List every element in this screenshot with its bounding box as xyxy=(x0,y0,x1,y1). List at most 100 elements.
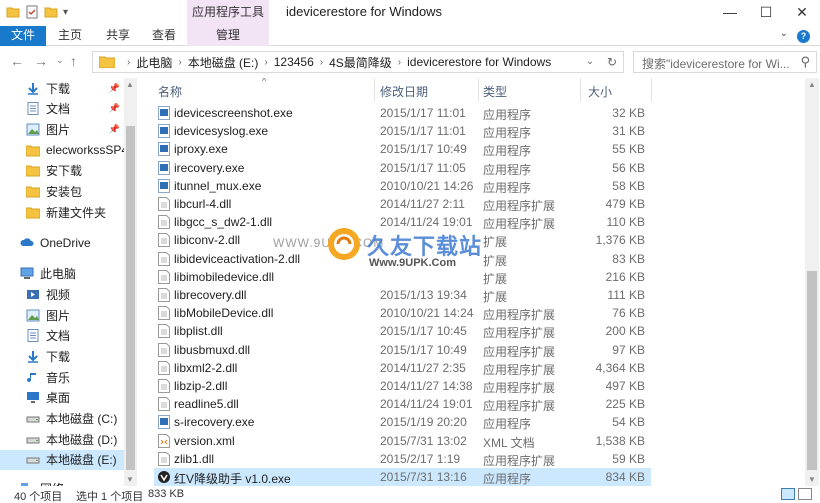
nav-scroll-thumb[interactable] xyxy=(126,126,135,470)
file-row[interactable]: idevicescreenshot.exe 2015/1/17 11:01 应用程序… xyxy=(154,104,651,122)
file-list-scroll-thumb[interactable] xyxy=(807,271,817,470)
file-row[interactable]: 红V降级助手 v1.0.exe 2015/7/31 13:16 应用程序 834 KB xyxy=(154,468,651,486)
refresh-icon[interactable]: ↻ xyxy=(601,52,623,72)
file-size: 497 KB xyxy=(605,379,645,393)
file-date: 2015/1/19 20:20 xyxy=(380,415,467,430)
file-row[interactable]: idevicesyslog.exe 2015/1/17 11:01 应用程序 31 K… xyxy=(154,122,651,140)
properties-icon[interactable] xyxy=(25,5,39,19)
scroll-down-icon[interactable]: ▼ xyxy=(126,475,134,484)
dll-file-icon xyxy=(158,269,170,284)
tab-file[interactable]: 文件 xyxy=(0,26,46,46)
address-bar[interactable]: › 此电脑 › 本地磁盘 (E:) › 123456 › 4S最简降级 › id… xyxy=(92,51,624,73)
address-dropdown-icon[interactable]: ⌄ xyxy=(579,52,601,72)
file-row[interactable]: zlib1.dll 2015/2/17 1:19 应用程序扩展 59 KB xyxy=(154,450,651,468)
file-row[interactable]: irecovery.exe 2015/1/17 11:05 应用程序 56 KB xyxy=(154,159,651,177)
nav-pc-item[interactable]: 本地磁盘 (C:) xyxy=(0,409,124,429)
file-name: libMobileDevice.dll xyxy=(174,306,274,321)
scroll-up-icon[interactable]: ▲ xyxy=(126,80,134,89)
nav-quick-access-item[interactable]: 安下载 xyxy=(0,161,124,181)
breadcrumb-this-pc[interactable]: 此电脑 xyxy=(136,54,172,71)
nav-quick-access-item[interactable]: 下载 📌 xyxy=(0,78,124,98)
tab-manage[interactable]: 管理 xyxy=(187,26,269,46)
file-row[interactable]: libzip-2.dll 2014/11/27 14:38 应用程序扩展 497 KB xyxy=(154,377,651,395)
breadcrumb-4s[interactable]: 4S最简降级 xyxy=(329,54,392,71)
nav-quick-access-item[interactable]: 文档 📌 xyxy=(0,99,124,119)
large-icons-view-icon[interactable] xyxy=(798,488,812,500)
file-row[interactable]: librecovery.dll 2015/1/13 19:34 扩展 111 KB xyxy=(154,286,651,304)
column-type[interactable]: 类型 xyxy=(483,83,507,100)
file-row[interactable]: itunnel_mux.exe 2010/10/21 14:26 应用程序 58 KB xyxy=(154,177,651,195)
file-type: 应用程序 xyxy=(483,162,532,177)
breadcrumb-separator-icon[interactable]: › xyxy=(398,57,401,68)
minimize-button[interactable]: — xyxy=(712,0,748,24)
nav-network[interactable]: 网络 xyxy=(0,479,124,486)
search-input[interactable]: 搜索"idevicerestore for Wi... ⚲ xyxy=(633,51,817,73)
file-type: 应用程序扩展 xyxy=(483,308,556,323)
column-size[interactable]: 大小 xyxy=(588,83,612,100)
nav-onedrive[interactable]: OneDrive xyxy=(0,233,124,253)
nav-quick-access-item[interactable]: 安装包 xyxy=(0,182,124,202)
dll-file-icon xyxy=(158,233,170,248)
sort-indicator-icon: ^ xyxy=(262,78,267,86)
tab-view[interactable]: 查看 xyxy=(146,26,182,46)
forward-arrow-icon[interactable]: → xyxy=(34,53,48,69)
file-type: 应用程序 xyxy=(483,417,532,432)
help-icon[interactable]: ? xyxy=(797,30,810,43)
pin-icon[interactable]: 📌 xyxy=(109,103,120,114)
file-row[interactable]: readline5.dll 2014/11/24 19:01 应用程序扩展 225 K… xyxy=(154,395,651,413)
nav-pc-item[interactable]: 图片 xyxy=(0,305,124,325)
nav-pc-item[interactable]: 桌面 xyxy=(0,388,124,408)
file-row[interactable]: version.xml 2015/7/31 13:02 XML 文档 1,538 KB xyxy=(154,432,651,450)
tab-home[interactable]: 主页 xyxy=(50,26,90,46)
title-bar: ▾ 应用程序工具 idevicerestore for Windows — ☐ … xyxy=(0,0,820,26)
folder-icon[interactable] xyxy=(6,5,20,19)
item-count: 40 个项目 xyxy=(14,491,63,503)
nav-pc-item[interactable]: 本地磁盘 (D:) xyxy=(0,429,124,449)
nav-pc-item[interactable]: 下载 xyxy=(0,346,124,366)
tab-share[interactable]: 共享 xyxy=(98,26,138,46)
scroll-up-icon[interactable]: ▲ xyxy=(808,80,816,89)
nav-this-pc[interactable]: 此电脑 xyxy=(0,264,124,284)
column-date[interactable]: 修改日期 xyxy=(380,83,428,100)
breadcrumb-drive-e[interactable]: 本地磁盘 (E:) xyxy=(188,54,259,71)
breadcrumb-separator-icon[interactable]: › xyxy=(264,57,267,68)
nav-scrollbar[interactable]: ▲ ▼ xyxy=(124,78,137,486)
nav-quick-access-item[interactable]: elecworkssSP4 xyxy=(0,140,128,160)
scroll-down-icon[interactable]: ▼ xyxy=(808,475,816,484)
breadcrumb-separator-icon[interactable]: › xyxy=(178,57,181,68)
file-list-scrollbar[interactable]: ▲ ▼ xyxy=(805,78,819,486)
breadcrumb-separator-icon[interactable]: › xyxy=(320,57,323,68)
column-name[interactable]: 名称 xyxy=(158,83,182,100)
file-row[interactable]: libcurl-4.dll 2014/11/27 2:11 应用程序扩展 479 KB xyxy=(154,195,651,213)
file-row[interactable]: libMobileDevice.dll 2010/10/21 14:24 应用程序扩… xyxy=(154,304,651,322)
breadcrumb-separator-icon: › xyxy=(127,56,131,68)
new-folder-icon[interactable] xyxy=(44,5,58,19)
file-size: 111 KB xyxy=(607,288,645,302)
customize-toolbar-icon[interactable]: ▾ xyxy=(63,7,68,18)
file-row[interactable]: libusbmuxd.dll 2015/1/17 10:49 应用程序扩展 97 KB xyxy=(154,341,651,359)
nav-pc-item[interactable]: 音乐 xyxy=(0,367,124,387)
recent-locations-icon[interactable]: ⌄ xyxy=(56,55,64,66)
file-row[interactable]: libplist.dll 2015/1/17 10:45 应用程序扩展 200 KB xyxy=(154,322,651,340)
nav-quick-access-item[interactable]: 图片 📌 xyxy=(0,119,124,139)
file-row[interactable]: s-irecovery.exe 2015/1/19 20:20 应用程序 54 KB xyxy=(154,413,651,431)
file-row[interactable]: iproxy.exe 2015/1/17 10:49 应用程序 55 KB xyxy=(154,140,651,158)
file-size: 76 KB xyxy=(612,306,645,321)
breadcrumb-current[interactable]: idevicerestore for Windows xyxy=(407,55,551,69)
nav-quick-access-item[interactable]: 新建文件夹 xyxy=(0,202,124,222)
up-arrow-icon[interactable]: ↑ xyxy=(70,53,77,69)
nav-pc-item[interactable]: 本地磁盘 (E:) xyxy=(0,449,124,470)
nav-item-label: 安装包 xyxy=(46,185,83,199)
nav-pc-item[interactable]: 文档 xyxy=(0,326,124,346)
back-arrow-icon[interactable]: ← xyxy=(10,53,24,69)
pin-icon[interactable]: 📌 xyxy=(109,83,120,94)
details-view-icon[interactable] xyxy=(781,488,795,500)
expand-ribbon-icon[interactable]: ⌄ xyxy=(780,28,788,39)
breadcrumb-123456[interactable]: 123456 xyxy=(274,55,314,69)
nav-pc-item[interactable]: 视频 xyxy=(0,284,124,304)
pin-icon[interactable]: 📌 xyxy=(109,124,120,135)
file-date: 2015/1/17 11:01 xyxy=(380,106,466,120)
file-row[interactable]: libxml2-2.dll 2014/11/27 2:35 应用程序扩展 4,364 … xyxy=(154,359,651,377)
close-button[interactable]: ✕ xyxy=(784,0,820,24)
maximize-button[interactable]: ☐ xyxy=(748,0,784,24)
